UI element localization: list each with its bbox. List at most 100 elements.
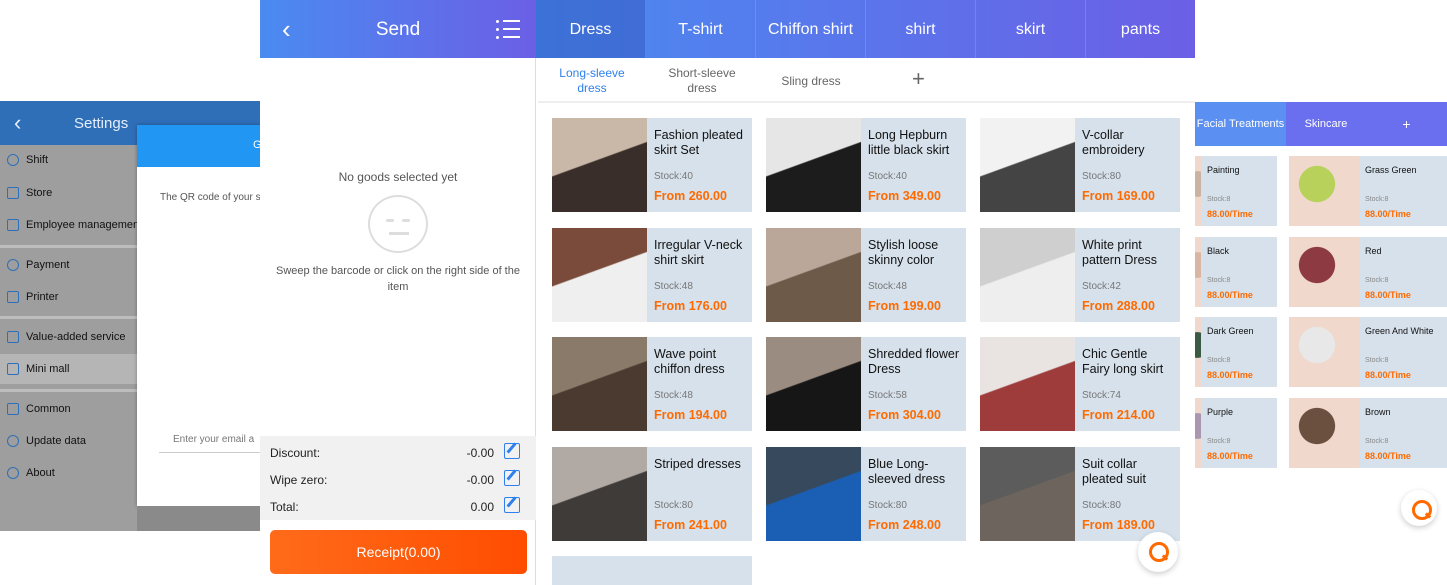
app-screen: ‹ Settings Shift Store Employee manageme… xyxy=(0,0,1447,585)
subtab-long-sleeve[interactable]: Long-sleeve dress xyxy=(552,66,632,96)
product-name: Long Hepburn little black skirt xyxy=(868,128,950,157)
service-price: 88.00/Time xyxy=(1365,209,1411,219)
receipt-button[interactable]: Receipt(0.00) xyxy=(270,530,527,574)
service-stock: Stock:8 xyxy=(1207,276,1231,284)
update-icon xyxy=(7,435,19,447)
total-value: 0.00 xyxy=(470,500,494,514)
product-image xyxy=(766,227,861,322)
send-header: ‹ Send xyxy=(260,0,536,58)
product-stock: Stock:40 xyxy=(868,171,907,182)
service-price: 88.00/Time xyxy=(1365,289,1411,300)
service-name: Purple xyxy=(1207,406,1234,417)
service-price: 88.00/Time xyxy=(1365,450,1411,461)
service-name: Red xyxy=(1365,245,1382,256)
settings-item-shift[interactable]: Shift xyxy=(0,145,140,175)
service-image xyxy=(1195,236,1201,307)
tab-pants[interactable]: pants xyxy=(1086,0,1195,58)
service-card[interactable]: Red Stock:8 88.00/Time xyxy=(1289,236,1447,307)
back-icon[interactable]: ‹ xyxy=(14,110,21,136)
product-price: From 194.00 xyxy=(654,408,727,422)
email-input[interactable]: Enter your email a xyxy=(159,429,262,453)
wipe-zero-label: Wipe zero: xyxy=(270,473,328,487)
tab-t-shirt[interactable]: T-shirt xyxy=(646,0,756,58)
settings-item-label: Employee management xyxy=(26,219,143,231)
common-icon xyxy=(7,403,19,415)
settings-item-about[interactable]: About xyxy=(0,458,140,488)
product-image xyxy=(552,118,647,212)
product-stock: Stock:80 xyxy=(654,499,693,511)
settings-item-label: Store xyxy=(26,187,53,199)
info-icon xyxy=(7,467,19,479)
product-card[interactable] xyxy=(552,556,752,585)
product-card[interactable]: V-collar embroidery Stock:80 From 169.00 xyxy=(980,118,1180,212)
service-card[interactable]: Green And White Stock:8 88.00/Time xyxy=(1289,317,1447,387)
product-price: From 176.00 xyxy=(654,298,727,313)
settings-item-mini-mall[interactable]: Mini mall xyxy=(0,354,140,384)
product-name: Blue Long-sleeved dress xyxy=(868,456,946,486)
service-card[interactable]: Brown Stock:8 88.00/Time xyxy=(1289,397,1447,468)
product-card[interactable]: Irregular V-neck shirt skirt Stock:48 From… xyxy=(552,227,752,322)
service-card[interactable]: Black Stock:8 88.00/Time xyxy=(1195,236,1277,307)
product-image xyxy=(766,446,861,541)
edit-icon[interactable] xyxy=(504,497,520,513)
product-card[interactable]: Suit collar pleated suit Stock:80 From 189… xyxy=(980,446,1180,541)
dialog-header: G xyxy=(137,125,262,167)
product-card[interactable]: Long Hepburn little black skirt Stock:40 F… xyxy=(766,118,966,212)
service-card[interactable]: Painting Stock:8 88.00/Time xyxy=(1195,156,1277,226)
edit-icon[interactable] xyxy=(504,470,520,486)
product-image xyxy=(766,337,861,431)
tab-add[interactable]: + xyxy=(1366,102,1447,146)
subtab-sling[interactable]: Sling dress xyxy=(772,74,850,89)
product-card[interactable]: Fashion pleated skirt Set Stock:40 From 26… xyxy=(552,118,752,212)
tab-dress[interactable]: Dress xyxy=(536,0,646,58)
service-image xyxy=(1195,317,1201,387)
service-card[interactable]: Purple Stock:8 88.00/Time xyxy=(1195,397,1277,468)
wipe-zero-value: -0.00 xyxy=(466,473,494,487)
tab-shirt[interactable]: shirt xyxy=(866,0,976,58)
service-card[interactable]: Dark Green Stock:8 88.00/Time xyxy=(1195,317,1277,387)
service-card[interactable]: Grass Green Stock:8 88.00/Time xyxy=(1289,156,1447,226)
product-name: Striped dresses xyxy=(654,456,741,471)
service-image xyxy=(1289,236,1359,307)
service-name: Dark Green xyxy=(1207,326,1254,336)
product-card[interactable]: Stylish loose skinny color Stock:48 From 1… xyxy=(766,227,966,322)
service-image xyxy=(1195,397,1201,468)
settings-item-store[interactable]: Store xyxy=(0,178,140,208)
settings-item-employee[interactable]: Employee management xyxy=(0,210,143,240)
service-price: 88.00/Time xyxy=(1207,370,1253,380)
product-card[interactable]: White print pattern Dress Stock:42 From 28… xyxy=(980,227,1180,322)
product-image xyxy=(552,337,647,431)
service-stock: Stock:8 xyxy=(1365,357,1389,364)
person-icon xyxy=(7,154,19,166)
product-image xyxy=(980,118,1075,212)
tab-skincare[interactable]: Skincare xyxy=(1286,102,1366,146)
printer-icon xyxy=(7,291,19,303)
product-card[interactable]: Striped dresses Stock:80 From 241.00 xyxy=(552,446,752,541)
mini-mall-icon xyxy=(7,363,19,375)
product-stock: Stock:40 xyxy=(654,171,693,182)
search-icon[interactable] xyxy=(1401,490,1437,526)
service-image xyxy=(1289,317,1359,387)
product-stock: Stock:80 xyxy=(868,499,907,511)
settings-item-value-added[interactable]: Value-added service xyxy=(0,322,140,352)
settings-item-update[interactable]: Update data xyxy=(0,426,140,456)
discount-value: -0.00 xyxy=(466,446,494,460)
tab-chiffon-shirt[interactable]: Chiffon shirt xyxy=(756,0,866,58)
product-price: From 248.00 xyxy=(868,517,941,532)
product-card[interactable]: Blue Long-sleeved dress Stock:80 From 248.… xyxy=(766,446,966,541)
product-card[interactable]: Shredded flower Dress Stock:58 From 304.00 xyxy=(766,337,966,431)
list-menu-icon[interactable] xyxy=(496,20,520,39)
settings-item-printer[interactable]: Printer xyxy=(0,282,140,312)
search-icon[interactable] xyxy=(1138,532,1178,572)
add-subcategory-icon[interactable]: + xyxy=(912,66,925,92)
settings-item-common[interactable]: Common xyxy=(0,394,140,424)
settings-item-label: Update data xyxy=(26,435,86,447)
edit-icon[interactable] xyxy=(504,443,520,459)
tab-facial-treatments[interactable]: Facial Treatments xyxy=(1195,102,1286,146)
settings-item-payment[interactable]: Payment xyxy=(0,250,140,280)
product-stock: Stock:58 xyxy=(868,390,907,401)
product-card[interactable]: Chic Gentle Fairy long skirt Stock:74 From… xyxy=(980,337,1180,431)
tab-skirt[interactable]: skirt xyxy=(976,0,1086,58)
product-card[interactable]: Wave point chiffon dress Stock:48 From 194… xyxy=(552,337,752,431)
subtab-short-sleeve[interactable]: Short-sleeve dress xyxy=(660,66,744,96)
